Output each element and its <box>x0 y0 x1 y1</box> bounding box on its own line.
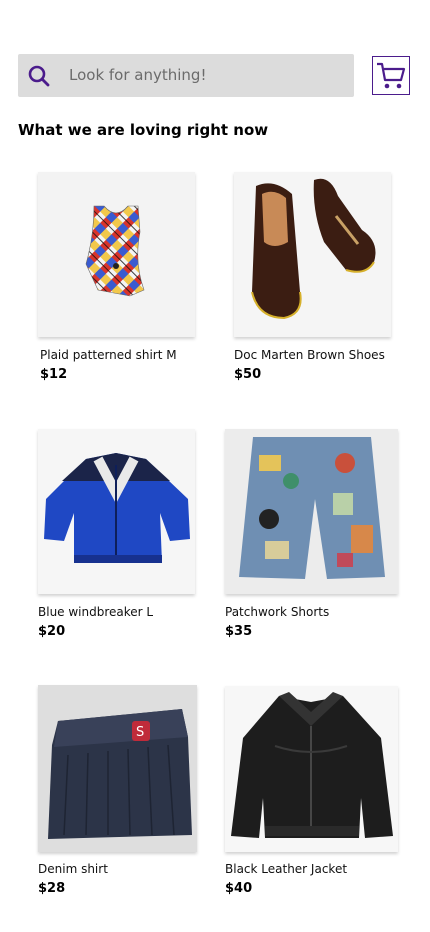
shopping-cart-icon <box>377 62 406 89</box>
product-image[interactable] <box>225 429 398 594</box>
product-name: Doc Marten Brown Shoes <box>234 348 385 362</box>
svg-text:S: S <box>136 725 144 740</box>
search-input[interactable]: Look for anything! <box>69 66 206 84</box>
product-price: $20 <box>38 624 66 639</box>
product-name: Denim shirt <box>38 862 108 876</box>
search-icon <box>28 65 50 87</box>
cart-button[interactable] <box>372 56 410 95</box>
product-image[interactable] <box>234 172 391 337</box>
product-image[interactable] <box>38 172 195 337</box>
product-image[interactable] <box>225 686 398 852</box>
product-name: Patchwork Shorts <box>225 605 330 619</box>
product-price: $35 <box>225 624 253 639</box>
product-image[interactable] <box>38 429 195 594</box>
product-price: $50 <box>234 367 262 382</box>
product-name: Blue windbreaker L <box>38 605 154 619</box>
section-title: What we are loving right now <box>18 121 269 139</box>
product-price: $28 <box>38 881 66 896</box>
product-name: Plaid patterned shirt M <box>40 348 177 362</box>
product-price: $40 <box>225 881 253 896</box>
search-bar[interactable]: Look for anything! <box>18 54 354 97</box>
product-image[interactable]: S <box>38 685 197 852</box>
product-price: $12 <box>40 367 68 382</box>
product-name: Black Leather Jacket <box>225 862 348 876</box>
